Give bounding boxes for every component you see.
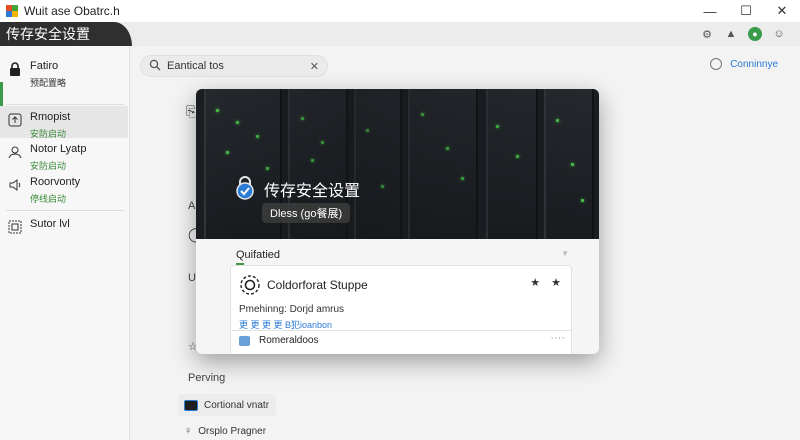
modal-tag-button[interactable]: Dless (go餐展)	[262, 203, 351, 223]
background-option-label: Cortional vnatr	[204, 399, 270, 411]
close-button[interactable]: ✕	[764, 0, 800, 22]
top-right-area: Conninnye	[710, 58, 778, 70]
status-icon[interactable]: ●	[748, 27, 762, 41]
sidebar-item-title: Roorvonty	[30, 176, 81, 188]
minimize-button[interactable]: —	[692, 0, 728, 22]
speaker-icon	[8, 178, 26, 206]
modal-title: 传存安全设置	[264, 183, 361, 200]
server-hero-image: 传存安全设置 Dless (go餐展)	[196, 89, 599, 239]
shield-lock-icon	[236, 176, 254, 200]
sidebar-item-title: Notor Lyatp	[30, 143, 87, 155]
upload-box-icon	[8, 113, 26, 138]
sidebar-item-notor-lyatp[interactable]: Notor Lyatp 安防启动	[0, 143, 128, 173]
header-tab[interactable]: 传存安全设置	[0, 22, 132, 46]
window-title: Wuit ase Obatrc.h	[24, 4, 120, 18]
sidebar-item-title: Fatiro	[30, 60, 59, 72]
settings-icon[interactable]: ⚙	[700, 27, 714, 41]
header-icons: ⚙ ▲ ● ☺	[700, 22, 786, 46]
monitor-icon	[184, 399, 198, 411]
user-icon[interactable]: ☺	[772, 27, 786, 41]
sidebar-divider	[6, 210, 124, 211]
section-label: Quifatied	[236, 249, 281, 261]
top-right-link[interactable]: Conninnye	[730, 59, 778, 70]
security-settings-modal: 传存安全设置 Dless (go餐展) Quifatied ▼ Coldorfo…	[196, 89, 599, 354]
gear-icon	[240, 275, 260, 295]
app-logo-icon	[6, 5, 18, 17]
search-input[interactable]	[167, 60, 307, 72]
card-description: Pmehinng: Dorjd amrus	[239, 304, 345, 315]
more-options-icon[interactable]: ····	[550, 332, 565, 344]
grid-box-icon	[8, 220, 26, 240]
settings-card: Coldorforat Stuppe ★ ★ Pmehinng: Dorjd a…	[230, 265, 572, 354]
sidebar-item-sutor-lvl[interactable]: Sutor lvl	[0, 218, 128, 240]
sidebar-item-rmopist[interactable]: Rmopist 安防启动	[0, 106, 128, 139]
bulb-icon: ♀	[184, 425, 193, 437]
header-tab-title: 传存安全设置	[6, 26, 90, 42]
background-option-box[interactable]: Cortional vnatr	[178, 394, 276, 416]
card-row-label[interactable]: Romeraldoos	[259, 335, 318, 346]
sidebar-item-roorvonty[interactable]: Roorvonty 停线启动	[0, 176, 128, 206]
title-bar: Wuit ase Obatrc.h — ☐ ✕	[0, 0, 800, 22]
background-section-label: Perving	[188, 372, 226, 384]
sidebar-item-sub: 安防启动	[30, 161, 67, 171]
sidebar-divider	[6, 104, 124, 105]
sidebar-item-sub: 预配置略	[30, 78, 67, 88]
sidebar-item-sub: 停线启动	[30, 194, 67, 204]
background-option-box[interactable]: ♀ Orsplo Pragner	[178, 420, 276, 440]
search-bar: ✕	[140, 55, 328, 77]
card-divider	[231, 330, 571, 331]
person-icon	[8, 145, 26, 173]
search-icon	[149, 59, 161, 74]
folder-icon	[239, 336, 250, 346]
clear-search-icon[interactable]: ✕	[310, 60, 319, 73]
bell-icon[interactable]: ▲	[724, 27, 738, 41]
sidebar-item-title: Sutor lvl	[30, 218, 70, 230]
globe-icon	[710, 58, 723, 70]
sidebar-item-title: Rmopist	[30, 111, 71, 123]
maximize-button[interactable]: ☐	[728, 0, 764, 22]
sidebar-item-fatiro[interactable]: Fatiro 预配置略	[0, 60, 128, 104]
lock-icon	[8, 62, 26, 104]
window-controls: — ☐ ✕	[692, 0, 800, 22]
card-star-actions[interactable]: ★ ★	[530, 276, 565, 289]
background-option-label: Orsplo Pragner	[198, 425, 267, 437]
card-title: Coldorforat Stuppe	[267, 278, 368, 292]
chevron-down-icon[interactable]: ▼	[561, 249, 569, 258]
sidebar-item-sub: 安防启动	[30, 129, 67, 139]
sidebar: Fatiro 预配置略 Rmopist 安防启动 Notor Lyatp 安防启…	[0, 46, 130, 440]
